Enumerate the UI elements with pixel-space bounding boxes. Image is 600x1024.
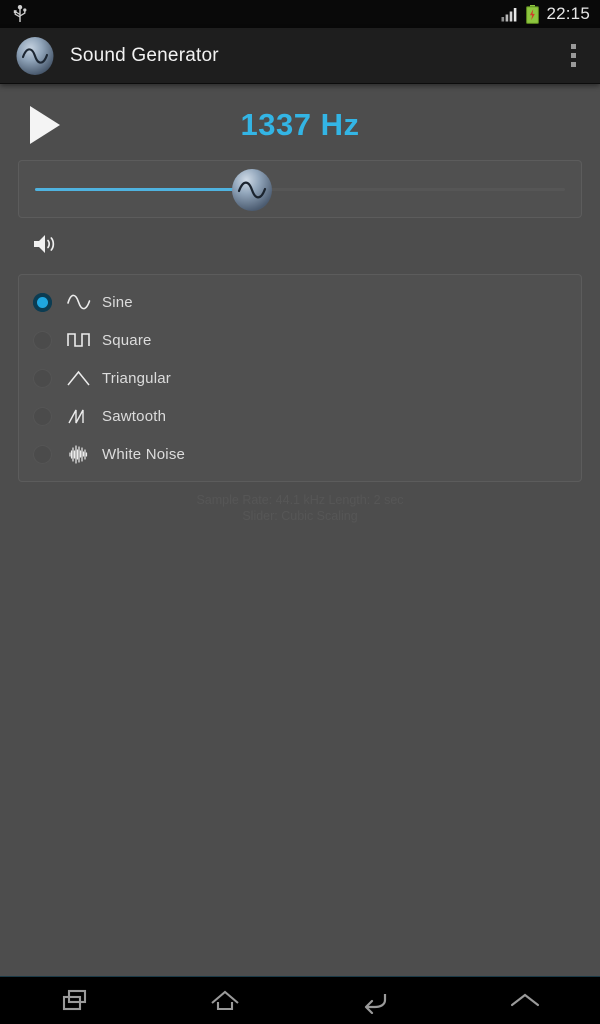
overflow-dot: [570, 53, 576, 58]
info-line-sample-rate: Sample Rate: 44.1 kHz Length: 2 sec: [196, 493, 404, 507]
status-bar-left: [12, 5, 501, 23]
waveform-label: Sawtooth: [102, 407, 167, 425]
volume-slider[interactable]: [18, 226, 582, 262]
menu-button[interactable]: [450, 977, 600, 1024]
waveform-label: White Noise: [102, 445, 186, 463]
recents-button[interactable]: [0, 977, 150, 1024]
play-button[interactable]: [18, 101, 72, 149]
recents-icon: [62, 989, 87, 1010]
info-line-slider-scaling: Slider: Cubic Scaling: [242, 509, 358, 523]
waveform-option-white-noise[interactable]: White Noise: [19, 435, 581, 473]
app-title: Sound Generator: [70, 44, 219, 66]
frequency-display: 1337 Hz: [240, 107, 360, 142]
home-icon: [211, 990, 239, 1010]
waveform-option-sawtooth[interactable]: Sawtooth: [19, 397, 581, 435]
status-bar-right: 22:15: [501, 4, 590, 24]
frequency-row: 1337 Hz: [18, 92, 582, 158]
chevron-up-icon: [510, 993, 540, 1006]
overflow-dot: [570, 44, 576, 49]
status-clock: 22:15: [546, 4, 590, 23]
usb-icon: [13, 5, 27, 22]
app-screen: 22:15 Sound Generator 1337 Hz Sine Squar…: [0, 0, 600, 1024]
main-content: 1337 Hz Sine Square Triangular Sawtooth …: [0, 92, 600, 524]
waveform-option-square[interactable]: Square: [19, 321, 581, 359]
triangle-wave-icon: [67, 370, 90, 386]
waveform-option-sine[interactable]: Sine: [19, 283, 581, 321]
overflow-menu-button[interactable]: [556, 34, 590, 78]
action-bar: Sound Generator: [0, 28, 600, 84]
navigation-bar: [0, 976, 600, 1024]
slider-fill: [35, 188, 253, 191]
waveform-option-triangular[interactable]: Triangular: [19, 359, 581, 397]
status-bar: 22:15: [0, 0, 600, 28]
radio-button[interactable]: [33, 444, 52, 464]
sine-sphere-thumb: [232, 168, 273, 211]
battery-charging-icon: [526, 4, 540, 24]
play-icon: [30, 106, 60, 144]
slider-track: [35, 168, 565, 211]
back-icon: [364, 993, 387, 1014]
sine-wave-icon: [67, 294, 91, 310]
waveform-label: Sine: [102, 293, 133, 311]
white-noise-icon: [69, 445, 88, 464]
back-button[interactable]: [300, 977, 450, 1024]
square-wave-icon: [67, 333, 90, 347]
radio-button[interactable]: [33, 330, 52, 350]
waveform-list: Sine Square Triangular Sawtooth White No…: [18, 274, 582, 482]
waveform-label: Triangular: [102, 369, 171, 387]
home-button[interactable]: [150, 977, 300, 1024]
speaker-volume-icon: [34, 235, 55, 253]
radio-button[interactable]: [33, 368, 52, 388]
sine-sphere-icon: [16, 36, 54, 75]
info-footer: Sample Rate: 44.1 kHz Length: 2 sec Slid…: [18, 492, 582, 524]
signal-bars-icon: [501, 7, 517, 21]
frequency-slider[interactable]: [18, 160, 582, 218]
sawtooth-wave-icon: [68, 409, 84, 424]
slider-thumb[interactable]: [229, 167, 275, 213]
radio-button[interactable]: [33, 406, 52, 426]
radio-button[interactable]: [33, 292, 52, 312]
overflow-dot: [570, 62, 576, 67]
waveform-label: Square: [102, 331, 152, 349]
